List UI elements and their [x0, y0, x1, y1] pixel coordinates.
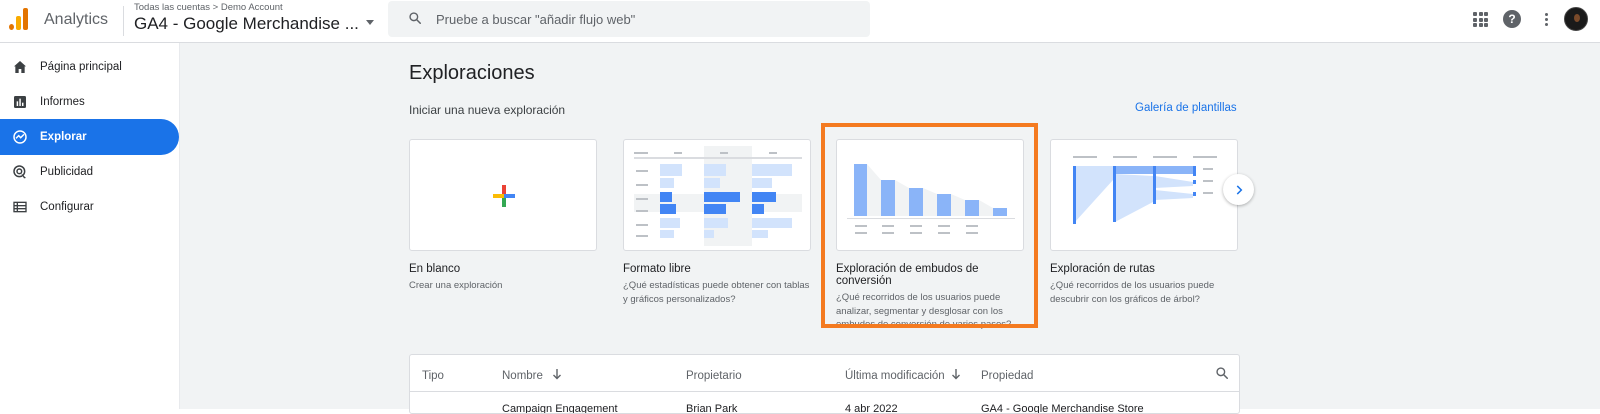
card-description: ¿Qué recorridos de los usuarios puede de…: [1050, 280, 1215, 305]
sidebar-item-home[interactable]: Página principal: [0, 49, 179, 85]
sidebar-item-explore[interactable]: Explorar: [0, 119, 179, 155]
sort-arrow-down-icon[interactable]: [552, 368, 562, 380]
card-title: Exploración de rutas: [1050, 263, 1155, 275]
property-selector[interactable]: GA4 - Google Merchandise ...: [134, 14, 359, 34]
section-label: Iniciar una nueva exploración: [409, 103, 566, 117]
plus-icon: [493, 185, 515, 207]
card-thumbnail[interactable]: [409, 139, 597, 251]
column-header-type[interactable]: Tipo: [422, 370, 444, 382]
more-vert-icon[interactable]: [1536, 9, 1556, 29]
chevron-down-icon[interactable]: [366, 20, 374, 25]
template-gallery-link[interactable]: Galería de plantillas: [1135, 102, 1237, 114]
sidebar-item-reports[interactable]: Informes: [0, 84, 179, 120]
card-free-form[interactable]: Formato libre ¿Qué estadísticas puede ob…: [623, 139, 811, 306]
explorations-table: Tipo Nombre Propietario Última modificac…: [409, 354, 1240, 414]
configure-icon: [13, 201, 27, 213]
card-thumbnail[interactable]: [1050, 139, 1238, 251]
header-divider: [123, 6, 124, 36]
sidebar-item-label: Página principal: [40, 61, 122, 73]
card-blank[interactable]: En blanco Crear una exploración: [409, 139, 597, 293]
app-name: Analytics: [44, 11, 109, 28]
sidebar-item-label: Publicidad: [40, 166, 94, 178]
advertising-icon: [13, 165, 26, 179]
free-form-table-icon: [634, 146, 802, 246]
sort-arrow-down-icon[interactable]: [951, 368, 961, 380]
page-title: Exploraciones: [409, 62, 535, 84]
search-icon: [409, 12, 422, 25]
top-bar: Analytics Todas las cuentas > Demo Accou…: [0, 0, 1600, 43]
column-header-last-modified[interactable]: Última modificación: [845, 370, 945, 382]
card-title: En blanco: [409, 263, 461, 275]
sidebar-item-label: Explorar: [40, 131, 87, 143]
apps-grid-icon[interactable]: [1470, 9, 1490, 29]
chevron-right-icon: [1236, 184, 1242, 195]
search-input[interactable]: [436, 1, 836, 37]
carousel-next-button[interactable]: [1223, 174, 1254, 205]
card-path-exploration[interactable]: Exploración de rutas ¿Qué recorridos de …: [1050, 139, 1238, 306]
breadcrumb[interactable]: Todas las cuentas > Demo Account: [134, 2, 283, 13]
highlight-box: [821, 123, 1038, 328]
explore-icon: [13, 130, 27, 144]
column-header-name[interactable]: Nombre: [502, 370, 543, 382]
search-icon[interactable]: [1215, 366, 1229, 380]
card-description: ¿Qué estadísticas puede obtener con tabl…: [623, 280, 810, 305]
path-tree-icon: [1073, 156, 1217, 224]
sidebar-item-configure[interactable]: Configurar: [0, 189, 179, 225]
reports-icon: [14, 96, 26, 108]
analytics-logo-icon[interactable]: [9, 6, 31, 30]
card-description: Crear una exploración: [409, 280, 503, 291]
table-divider: [410, 391, 1239, 392]
card-title: Formato libre: [623, 263, 691, 275]
avatar[interactable]: [1564, 7, 1588, 31]
sidebar: Página principal Informes Explorar Publi…: [0, 43, 180, 409]
column-header-property[interactable]: Propiedad: [981, 370, 1033, 382]
search-bar[interactable]: [388, 1, 870, 37]
sidebar-item-advertising[interactable]: Publicidad: [0, 154, 179, 190]
card-thumbnail[interactable]: [623, 139, 811, 251]
home-icon: [14, 61, 26, 73]
column-header-owner[interactable]: Propietario: [686, 370, 742, 382]
sidebar-item-label: Configurar: [40, 201, 94, 213]
help-icon[interactable]: ?: [1503, 10, 1521, 28]
sidebar-item-label: Informes: [40, 96, 85, 108]
main-content: Exploraciones Iniciar una nueva explorac…: [180, 43, 1600, 414]
